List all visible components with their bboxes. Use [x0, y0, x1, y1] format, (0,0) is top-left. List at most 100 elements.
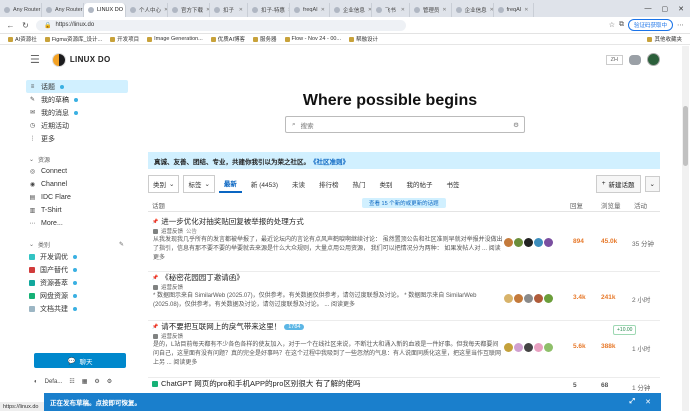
minimize-icon[interactable]: — [645, 5, 652, 12]
poster-avatar[interactable] [504, 343, 513, 352]
default-selector[interactable]: Defa... [45, 379, 63, 385]
topic-replies[interactable]: 5.6k [573, 343, 586, 350]
topic-title[interactable]: ChatGPT 网页的pro和手机APP的pro区别很大 有了解的佬吗 [152, 378, 360, 389]
extensions-icon[interactable]: ⧉ [619, 21, 624, 29]
grid-icon[interactable]: ▦ [82, 378, 88, 385]
tab-close-icon[interactable]: ✕ [239, 7, 243, 13]
browser-tab[interactable]: 官方下载 ✕ [168, 3, 210, 17]
topic-row[interactable]: 📌 请不要把互联网上的戾气带来这里！ 1784 运营反馈 是的，L站目前每天都有不少各色… [148, 321, 660, 378]
sidebar-category-item[interactable]: 国产替代 [26, 263, 128, 276]
guidelines-link[interactable]: 《社区准则》 [310, 156, 349, 166]
sidebar-item[interactable]: ≡ 话题 [26, 80, 128, 93]
browser-tab[interactable]: 企业信息 ✕ [330, 3, 372, 17]
topic-activity[interactable]: 2 小时 [632, 294, 650, 304]
new-topics-pill[interactable]: 查看 15 个新的或更新的话题 [362, 198, 446, 208]
hamburger-icon[interactable]: ☰ [30, 53, 40, 66]
nav-link[interactable]: 类别 [375, 176, 398, 192]
browser-tab[interactable]: freqAI ✕ [290, 3, 330, 17]
close-window-icon[interactable]: ✕ [678, 5, 684, 13]
topic-activity[interactable]: 35 分钟 [632, 238, 654, 248]
resources-section-header[interactable]: ⌄ 资源 [26, 153, 128, 165]
poster-avatar[interactable] [534, 238, 543, 247]
nav-link[interactable]: 书签 [442, 176, 465, 192]
col-topic[interactable]: 话题 [148, 200, 165, 210]
user-avatar[interactable] [647, 53, 660, 66]
topic-category[interactable]: 运营反馈 公告 [153, 227, 197, 235]
sync-button[interactable]: 验证码获取中 [627, 19, 673, 31]
sliders-icon[interactable]: ⚙ [94, 378, 99, 385]
tag-dropdown[interactable]: 标签 ⌄ [183, 174, 215, 193]
topic-activity[interactable]: 1 分钟 [632, 382, 650, 392]
topic-title-text[interactable]: 《秘密花园园丁邀请函》 [161, 272, 244, 283]
poster-avatar[interactable] [524, 294, 533, 303]
poster-avatar[interactable] [514, 343, 523, 352]
sidebar-item[interactable]: ✉ 我的消息 [26, 106, 128, 119]
refresh-icon[interactable]: ↻ [21, 21, 30, 30]
tab-close-icon[interactable]: ✕ [401, 7, 405, 13]
star-icon[interactable]: ☆ [609, 21, 615, 29]
poster-avatar[interactable] [544, 343, 553, 352]
nav-link[interactable]: 热门 [348, 176, 371, 192]
poster-avatar[interactable] [504, 238, 513, 247]
scrollbar[interactable] [682, 46, 689, 411]
col-activity[interactable]: 活动 [634, 200, 647, 210]
topic-replies[interactable]: 5 [573, 382, 577, 389]
bookmark-item[interactable]: Figma资源库_设计... [44, 35, 102, 43]
browser-tab[interactable]: LINUX DO✕ [84, 3, 126, 17]
topic-title[interactable]: 📌 进一步优化对抽奖贴回复被举报的处理方式 [152, 216, 304, 227]
back-icon[interactable]: ← [6, 21, 15, 30]
sidebar-category-item[interactable]: 开发调优 [26, 250, 128, 263]
poster-avatar[interactable] [534, 343, 543, 352]
nav-link[interactable]: 未读 [287, 176, 310, 192]
draft-bar[interactable]: 正在发布草稿。点按即可恢复。 ⤢ ✕ [44, 393, 661, 411]
topic-replies[interactable]: 894 [573, 238, 584, 245]
topic-row[interactable]: 📌 进一步优化对抽奖贴回复被举报的处理方式 运营反馈 公告 从我发现我几乎所有的发言都被… [148, 216, 660, 272]
category-dropdown[interactable]: 类别 ⌄ [148, 174, 180, 193]
topic-category[interactable]: 运营反馈 [153, 332, 183, 340]
bookmark-item[interactable]: 开发项目 [110, 35, 139, 43]
poster-avatar[interactable] [524, 343, 533, 352]
sidebar-category-item[interactable]: 文档共建 [26, 302, 128, 315]
browser-tab[interactable]: Any Router✕ [0, 3, 42, 17]
settings-icon[interactable]: ⚙ [107, 378, 112, 385]
browser-tab[interactable]: Any Router✕ [42, 3, 84, 17]
topic-category[interactable]: 运营反馈 [153, 283, 183, 291]
poster-avatar[interactable] [504, 294, 513, 303]
browser-tab[interactable]: 飞书 ✕ [372, 3, 410, 17]
new-replies-badge[interactable]: 1784 [284, 323, 305, 330]
linuxdo-logo-icon[interactable] [51, 52, 66, 67]
theme-icon[interactable]: ◐ [34, 379, 38, 385]
poster-avatar[interactable] [534, 294, 543, 303]
bookmark-item[interactable]: 服务器 [252, 35, 277, 43]
sidebar-resource-item[interactable]: ⋯ More... [26, 217, 128, 230]
expand-icon[interactable]: ⤢ [630, 398, 636, 406]
browser-tab[interactable]: 企业信息 ✕ [452, 3, 494, 17]
sidebar-category-item[interactable]: 资源荟萃 [26, 276, 128, 289]
topic-title[interactable]: 📌 《秘密花园园丁邀请函》 [152, 272, 244, 283]
chat-button[interactable]: 💬 聊天 [34, 353, 126, 368]
new-topic-button[interactable]: + 新建话题 [595, 174, 641, 193]
sidebar-resource-item[interactable]: ◎ Connect [26, 165, 128, 178]
poster-avatar[interactable] [514, 238, 523, 247]
new-topic-menu-button[interactable]: ⌄ [644, 175, 660, 192]
other-bookmarks[interactable]: 其他收藏夹 [647, 35, 682, 43]
bookmark-item[interactable]: Image Generation... [147, 36, 203, 42]
language-selector[interactable]: ZH [605, 54, 623, 65]
sidebar-item[interactable]: ◷ 近期活动 [26, 119, 128, 132]
maximize-icon[interactable]: ▢ [662, 5, 669, 13]
logo-text[interactable]: LINUX DO [70, 55, 111, 64]
topic-replies[interactable]: 3.4k [573, 294, 586, 301]
topic-activity[interactable]: 1 小时 [632, 343, 650, 353]
tab-close-icon[interactable]: ✕ [321, 7, 325, 13]
sidebar-item[interactable]: ⋮ 更多 [26, 132, 128, 145]
topic-title-text[interactable]: 进一步优化对抽奖贴回复被举报的处理方式 [161, 216, 304, 227]
topic-row[interactable]: 📌 《秘密花园园丁邀请函》 运营反馈 * 数据图示来自 SimilarWeb (202… [148, 272, 660, 321]
edit-icon[interactable]: ✎ [119, 241, 124, 248]
close-draft-icon[interactable]: ✕ [645, 398, 651, 406]
poster-avatar[interactable] [544, 238, 553, 247]
browser-tab[interactable]: 管理员 ✕ [410, 3, 452, 17]
topic-title-text[interactable]: ChatGPT 网页的pro和手机APP的pro区别很大 有了解的佬吗 [161, 378, 360, 389]
url-field[interactable]: 🔒 https://linux.do [36, 19, 406, 31]
poster-avatar[interactable] [514, 294, 523, 303]
list-icon[interactable]: ☷ [69, 378, 74, 385]
